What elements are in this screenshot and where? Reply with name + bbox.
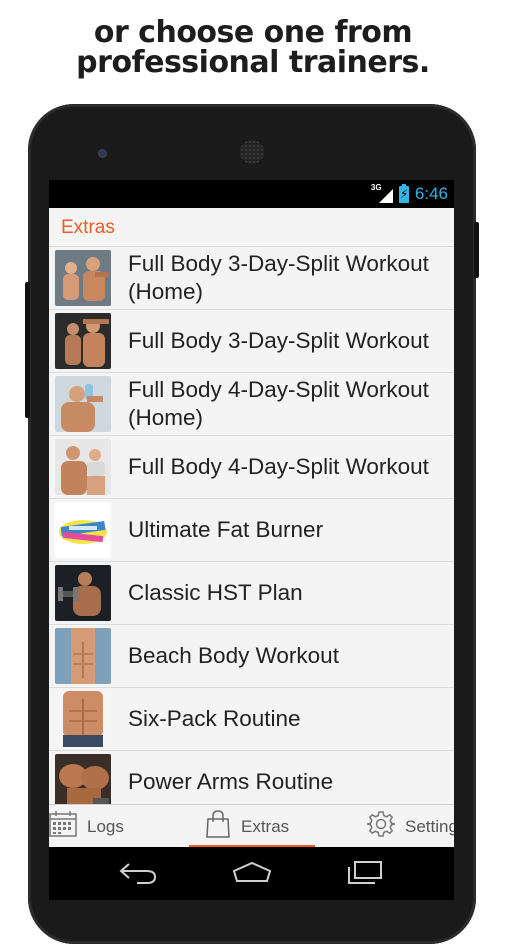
dumbbell-curl-thumbnail [55,565,111,621]
recent-apps-icon[interactable] [345,859,385,890]
back-icon[interactable] [119,859,157,890]
status-time: 6:46 [414,184,448,203]
list-item[interactable]: Six-Pack Routine [49,688,454,751]
shopping-bag-icon [205,810,231,843]
item-label: Full Body 3-Day-Split Workout (Home) [128,251,429,304]
list-item[interactable]: Classic HST Plan [49,562,454,625]
earpiece-speaker [240,140,264,164]
bottom-tab-bar: Logs Extras Settings [49,804,454,848]
item-label: Full Body 4-Day-Split Workout (Home) [128,377,429,430]
page-title: Extras [61,217,115,238]
measuring-tape-thumbnail [55,502,111,558]
list-item[interactable]: Beach Body Workout [49,625,454,688]
promo-line-1: or choose one from [93,15,413,50]
couple-smile-thumbnail [55,439,111,495]
list-item[interactable]: Full Body 3-Day-Split Workout [49,310,454,373]
list-item[interactable]: Ultimate Fat Burner [49,499,454,562]
phone-screen: 3G ⚡ 6:46 Extras Full Body 3-Day-Split W… [49,180,454,900]
couple-pose-thumbnail [55,313,111,369]
arms-thumbnail [55,754,111,810]
battery-icon: ⚡ [398,183,409,203]
list-item[interactable]: Full Body 4-Day-Split Workout [49,436,454,499]
list-item[interactable]: Full Body 3-Day-Split Workout (Home) [49,247,454,310]
list-item[interactable]: Full Body 4-Day-Split Workout (Home) [49,373,454,436]
item-label: Power Arms Routine [128,769,334,794]
item-label: Full Body 3-Day-Split Workout [128,328,429,353]
item-label: Full Body 4-Day-Split Workout [128,454,429,479]
signal-icon: 3G [371,183,393,203]
system-nav-bar [49,847,454,900]
promo-line-2: professional trainers. [76,45,430,80]
item-label: Classic HST Plan [128,580,303,605]
man-drinking-thumbnail [55,376,111,432]
item-label: Ultimate Fat Burner [128,517,324,542]
six-pack-thumbnail [55,691,111,747]
promo-headline: or choose one from professional trainers… [0,18,506,78]
item-label: Six-Pack Routine [128,706,301,731]
tab-label: Extras [241,816,290,836]
action-bar: Extras [49,208,454,247]
workout-list: Full Body 3-Day-Split Workout (Home) Ful… [49,247,454,814]
power-button [474,222,479,278]
status-bar: 3G ⚡ 6:46 [49,180,454,208]
front-camera [98,149,107,158]
item-label: Beach Body Workout [128,643,339,668]
calendar-icon [49,811,77,842]
home-icon[interactable] [231,859,273,890]
tab-settings[interactable]: Settings [366,805,454,848]
tab-extras[interactable]: Extras [205,805,289,848]
abs-shirt-thumbnail [55,628,111,684]
gear-icon [366,810,396,843]
couple-flex-thumbnail [55,250,111,306]
tab-label: Logs [87,816,124,836]
volume-button [25,282,30,418]
tab-logs[interactable]: Logs [49,805,124,848]
tab-label: Settings [405,816,454,836]
